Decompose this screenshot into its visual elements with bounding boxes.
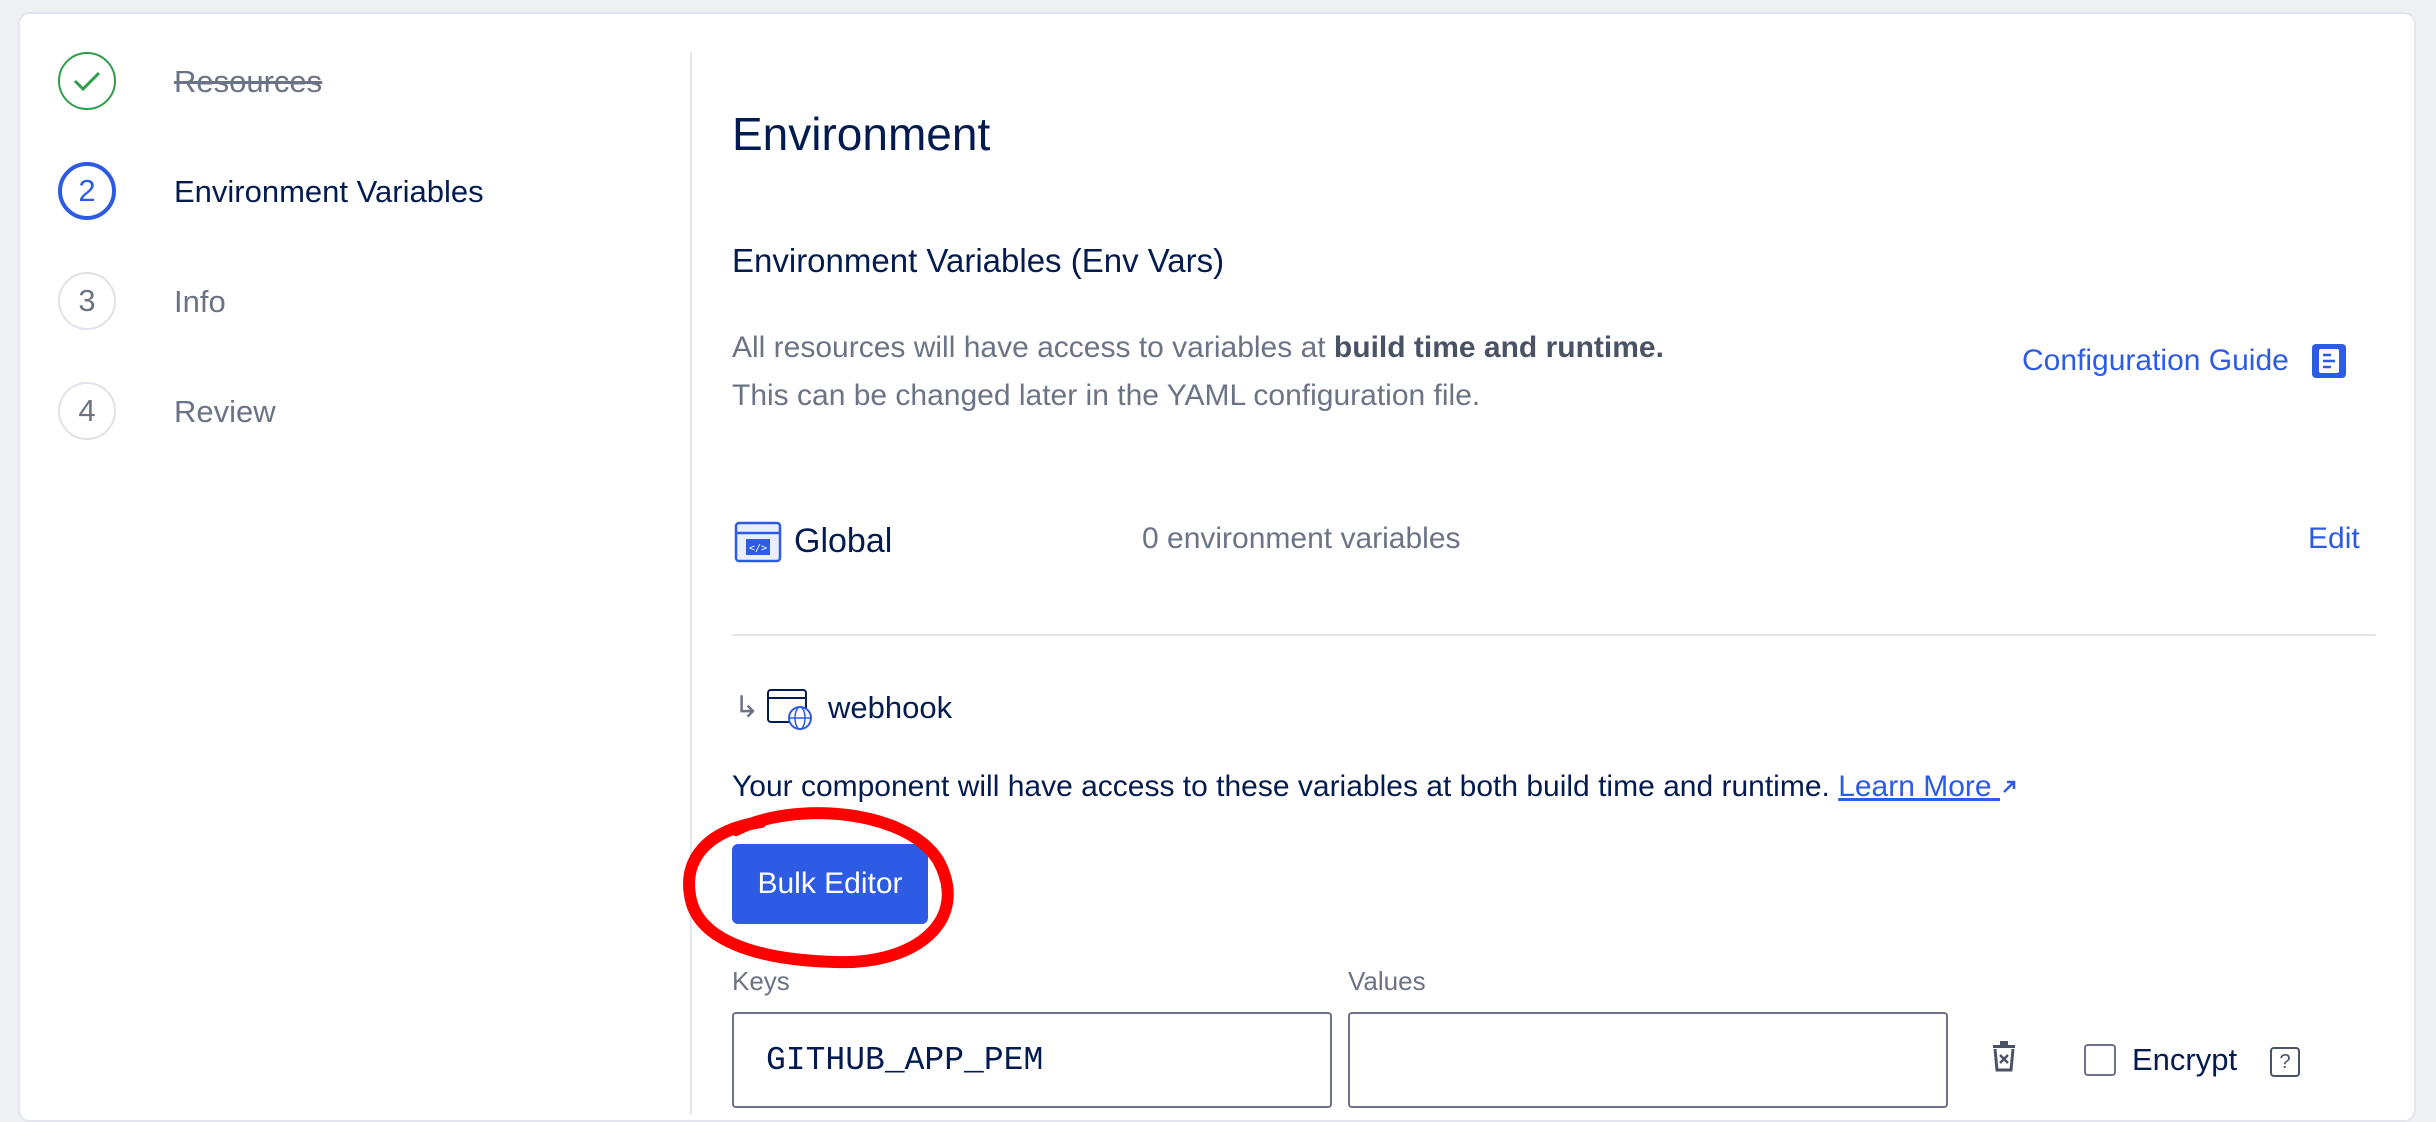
component-description-text: Your component will have access to these… [732,770,1839,803]
step-environment-variables-label[interactable]: Environment Variables [174,174,484,210]
learn-more-label: Learn More [1838,770,1992,803]
global-variable-count: 0 environment variables [1142,522,1461,555]
env-value-input[interactable] [1348,1012,1948,1108]
step-info-label[interactable]: Info [174,284,226,320]
env-key-input[interactable] [732,1012,1332,1108]
delete-icon[interactable] [1990,1040,2018,1072]
values-header: Values [1348,966,1426,996]
component-name: webhook [828,690,953,725]
step-3-number: 3 [58,272,116,330]
document-icon [2311,344,2346,378]
encrypt-label: Encrypt [2132,1042,2238,1077]
section-description: All resources will have access to variab… [732,324,1664,420]
child-arrow-icon: ↳ [734,691,760,724]
external-link-icon [2003,780,2016,793]
help-icon[interactable]: ? [2270,1047,2300,1077]
global-label: Global [794,522,893,560]
section-title: Environment Variables (Env Vars) [732,242,1225,279]
annotation-circle [683,807,954,969]
web-service-icon [767,689,812,730]
page-title: Environment [732,108,991,160]
encrypt-checkbox[interactable] [2084,1044,2116,1076]
component-description: Your component will have access to these… [732,770,2018,804]
desc-line1-prefix: All resources will have access to variab… [732,331,1334,364]
keys-header: Keys [732,966,790,996]
configuration-guide-label: Configuration Guide [2022,344,2289,377]
code-window-icon: </> [734,521,782,563]
step-4-number: 4 [58,382,116,440]
desc-line2: This can be changed later in the YAML co… [732,379,1481,412]
learn-more-link[interactable]: Learn More [1838,770,2018,803]
step-1-check-icon [58,52,116,110]
step-resources-label[interactable]: Resources [174,64,322,100]
svg-text:</>: </> [749,543,767,554]
section-divider [732,634,2376,636]
global-edit-link[interactable]: Edit [2308,522,2360,556]
configuration-guide-link[interactable]: Configuration Guide [2022,343,2347,379]
step-review-label[interactable]: Review [174,394,276,430]
desc-line1-bold: build time and runtime. [1333,331,1664,364]
step-2-number: 2 [58,162,116,220]
